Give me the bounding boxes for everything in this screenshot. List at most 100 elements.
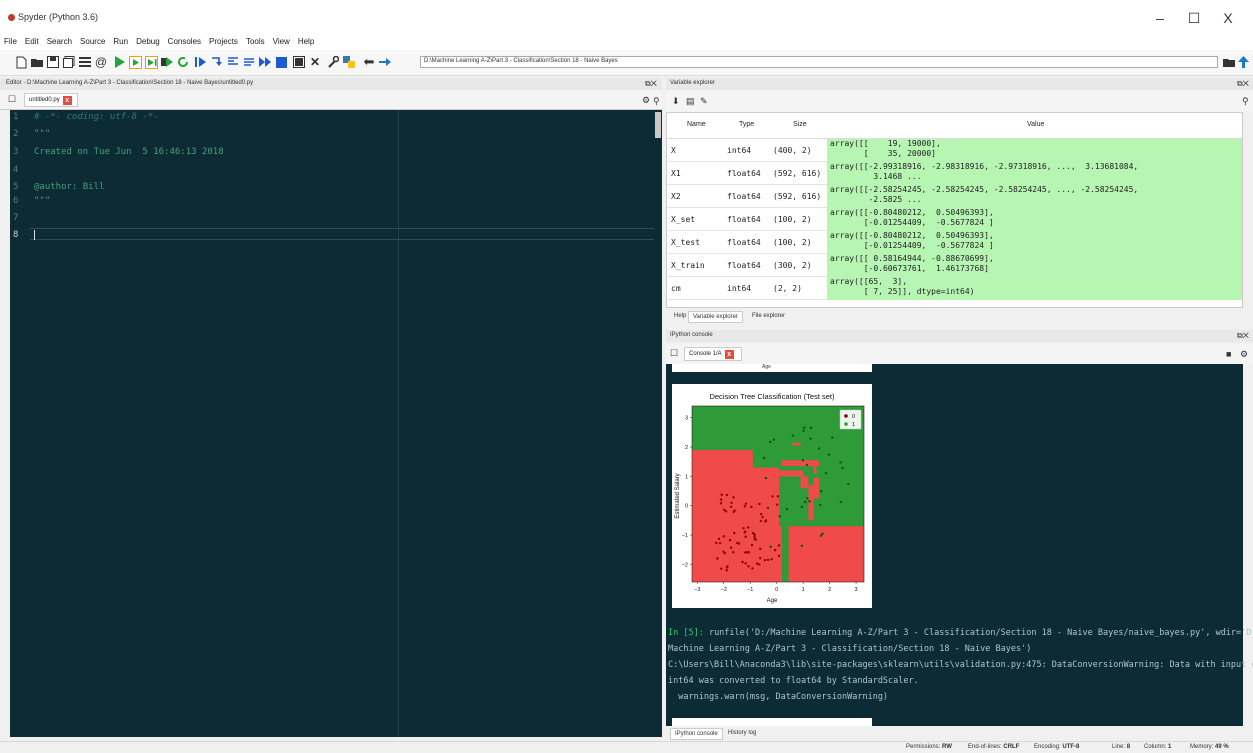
line-number: 7 bbox=[13, 213, 19, 223]
menu-debug[interactable]: Debug bbox=[132, 34, 164, 46]
search-icon[interactable]: ⚲ bbox=[653, 96, 660, 107]
table-row[interactable]: X2 float64 (592, 616) array([[-2.5825424… bbox=[667, 185, 1242, 208]
close-tab-icon[interactable]: x bbox=[62, 95, 72, 105]
new-file-icon[interactable] bbox=[14, 54, 28, 70]
scroll-thumb[interactable] bbox=[655, 112, 661, 138]
data-point-class-0 bbox=[732, 496, 735, 499]
data-point-class-1 bbox=[830, 436, 834, 439]
console-tab-bar: ☐ Console 1/A x ■ ⚙ bbox=[666, 344, 1253, 364]
continue-icon[interactable] bbox=[258, 54, 272, 70]
data-point-class-1 bbox=[805, 463, 809, 467]
remove-variables-icon[interactable]: ✎ bbox=[700, 96, 708, 107]
console-scrollbar[interactable] bbox=[1243, 364, 1253, 726]
table-row[interactable]: X_set float64 (100, 2) array([[-0.804802… bbox=[667, 208, 1242, 231]
menu-run[interactable]: Run bbox=[109, 34, 132, 46]
menu-view[interactable]: View bbox=[269, 34, 294, 46]
at-icon[interactable]: @ bbox=[94, 54, 108, 70]
run-icon[interactable] bbox=[112, 54, 126, 70]
parent-dir-icon[interactable] bbox=[1236, 54, 1250, 70]
step-into-icon[interactable] bbox=[226, 54, 240, 70]
column-value[interactable]: Value bbox=[1027, 121, 1044, 128]
editor-options-icon[interactable]: ⚙ bbox=[642, 95, 650, 106]
code-line: """ bbox=[34, 196, 51, 206]
open-folder-icon[interactable] bbox=[30, 54, 44, 70]
tab-file-explorer[interactable]: File explorer bbox=[748, 311, 789, 323]
legend-marker bbox=[844, 422, 848, 426]
tab-untitled0[interactable]: untitled0.py x bbox=[24, 93, 78, 107]
data-point-class-0 bbox=[732, 551, 735, 554]
undock-pane-icon[interactable]: ⧉✕ bbox=[1237, 79, 1249, 89]
data-point-class-1 bbox=[809, 437, 812, 440]
code-lines: 1 # -*- coding: utf-8 -*- 2 """ 3 Created o… bbox=[10, 110, 610, 250]
minimize-button[interactable]: – bbox=[1146, 8, 1174, 28]
forward-arrow-icon[interactable] bbox=[378, 54, 392, 70]
console-warning-text: int64 was converted to float64 by Standa… bbox=[668, 676, 919, 686]
save-all-icon[interactable] bbox=[62, 54, 76, 70]
tab-history-log[interactable]: History log bbox=[724, 728, 760, 740]
import-data-icon[interactable]: ⬇ bbox=[672, 96, 680, 107]
menu-source[interactable]: Source bbox=[76, 34, 109, 46]
table-row[interactable]: X_test float64 (100, 2) array([[-0.80480… bbox=[667, 231, 1242, 254]
menu-help[interactable]: Help bbox=[294, 34, 318, 46]
working-directory-input[interactable]: D:\Machine Learning A-Z\Part 3 - Classif… bbox=[420, 56, 1218, 68]
rerun-icon[interactable] bbox=[176, 54, 190, 70]
menu-bar: File Edit Search Source Run Debug Consoles Proj… bbox=[0, 34, 1253, 50]
close-tab-icon[interactable]: x bbox=[724, 349, 734, 359]
var-value-cell: array([[-2.99318916, -2.98318916, -2.973… bbox=[827, 162, 1242, 185]
data-point-class-0 bbox=[759, 519, 763, 523]
search-icon[interactable]: ⚲ bbox=[1242, 96, 1249, 107]
code-line: Created on Tue Jun 5 16:46:13 2018 bbox=[34, 147, 224, 157]
column-name[interactable]: Name bbox=[687, 121, 706, 128]
file-browse-icon[interactable]: ☐ bbox=[8, 94, 16, 105]
stop-kernel-icon[interactable]: ■ bbox=[1226, 349, 1231, 359]
preferences-wrench-icon[interactable] bbox=[326, 54, 340, 70]
back-arrow-icon[interactable]: ⬅ bbox=[362, 54, 376, 70]
data-point-class-0 bbox=[766, 558, 770, 562]
table-row[interactable]: X1 float64 (592, 616) array([[-2.9931891… bbox=[667, 162, 1242, 185]
table-row[interactable]: X int64 (400, 2) array([[ 19, 19000], [ … bbox=[667, 139, 1242, 162]
step-return-icon[interactable] bbox=[242, 54, 256, 70]
maximize-pane-icon[interactable] bbox=[292, 54, 306, 70]
menu-search[interactable]: Search bbox=[43, 34, 76, 46]
editor-scrollbar[interactable] bbox=[654, 110, 662, 737]
undock-pane-icon[interactable]: ⧉✕ bbox=[1237, 331, 1249, 341]
table-row[interactable]: cm int64 (2, 2) array([[65, 3], [ 7, 25]… bbox=[667, 277, 1242, 300]
menu-tools[interactable]: Tools bbox=[242, 34, 269, 46]
list-icon[interactable] bbox=[78, 54, 92, 70]
maximize-button[interactable]: ☐ bbox=[1180, 8, 1208, 28]
close-button[interactable]: X bbox=[1214, 8, 1242, 28]
region-class-0 bbox=[800, 476, 809, 489]
menu-projects[interactable]: Projects bbox=[205, 34, 242, 46]
stop-debug-icon[interactable] bbox=[274, 54, 288, 70]
data-point-class-1 bbox=[800, 505, 804, 509]
legend-label: 1 bbox=[852, 422, 855, 428]
data-point-class-1 bbox=[839, 500, 843, 504]
line-number: 2 bbox=[13, 129, 19, 139]
menu-consoles[interactable]: Consoles bbox=[164, 34, 205, 46]
tab-variable-explorer[interactable]: Variable explorer bbox=[688, 311, 743, 323]
data-point-class-0 bbox=[742, 527, 745, 530]
column-type[interactable]: Type bbox=[739, 121, 754, 128]
region-class-0 bbox=[813, 461, 817, 474]
table-row[interactable]: X_train float64 (300, 2) array([[ 0.5816… bbox=[667, 254, 1242, 277]
tab-ipython-console[interactable]: IPython console bbox=[670, 728, 723, 740]
save-icon[interactable] bbox=[46, 54, 60, 70]
run-cell-icon[interactable] bbox=[128, 54, 142, 70]
browse-dir-icon[interactable] bbox=[1222, 54, 1236, 70]
run-selection-icon[interactable] bbox=[160, 54, 174, 70]
menu-edit[interactable]: Edit bbox=[21, 34, 43, 46]
debug-icon[interactable] bbox=[194, 54, 208, 70]
save-data-icon[interactable]: ▤ bbox=[686, 96, 695, 107]
tab-console-1a[interactable]: Console 1/A x bbox=[684, 347, 742, 361]
console-options-icon[interactable]: ⚙ bbox=[1240, 349, 1248, 360]
step-icon[interactable] bbox=[210, 54, 224, 70]
var-size: (100, 2) bbox=[773, 215, 812, 224]
run-cell-advance-icon[interactable] bbox=[144, 54, 158, 70]
undock-pane-icon[interactable]: ⧉✕ bbox=[645, 79, 657, 89]
variable-explorer-scrollbar[interactable] bbox=[1243, 112, 1253, 308]
python-path-icon[interactable] bbox=[342, 54, 356, 70]
fullscreen-icon[interactable]: ✕ bbox=[308, 54, 322, 70]
region-class-0 bbox=[792, 442, 801, 446]
menu-file[interactable]: File bbox=[0, 34, 21, 46]
column-size[interactable]: Size bbox=[793, 121, 807, 128]
